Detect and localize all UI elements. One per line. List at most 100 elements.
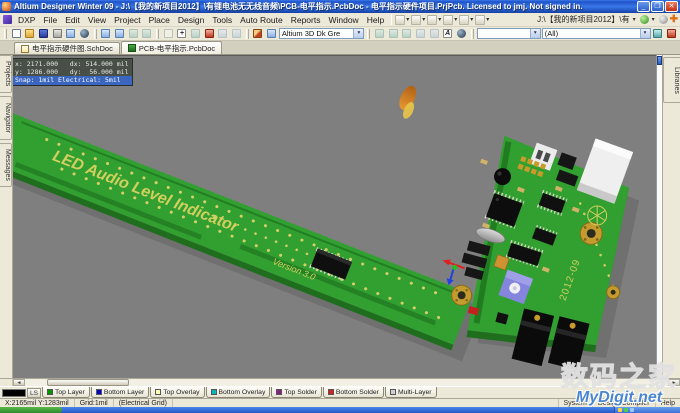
deselect-icon[interactable] (140, 28, 153, 40)
toolbar-grip[interactable] (156, 29, 159, 39)
horizontal-scrollbar[interactable]: ◄ ► (0, 378, 680, 386)
filter-select[interactable]: ▾ (477, 28, 541, 39)
scroll-left-icon[interactable]: ◄ (13, 379, 25, 386)
current-layer-swatch[interactable] (2, 389, 26, 397)
move-cross-icon[interactable]: + (176, 28, 189, 40)
panel-tab-navigator[interactable]: Navigator (0, 96, 12, 140)
apply-check-icon[interactable] (652, 28, 665, 40)
panel-tab-projects[interactable]: Projects (0, 55, 12, 93)
redo-icon[interactable] (230, 28, 243, 40)
toolbar-grip[interactable] (94, 29, 97, 39)
menu-view[interactable]: View (84, 14, 110, 26)
panel-button-help[interactable]: Help (655, 399, 680, 407)
floating-3d-object[interactable] (393, 83, 423, 120)
select-area-icon[interactable] (162, 28, 175, 40)
browse-sphere-icon[interactable] (78, 28, 91, 40)
menu-help[interactable]: Help (363, 14, 388, 26)
menu-reports[interactable]: Reports (287, 14, 325, 26)
tab-schdoc[interactable]: 电平指示硬件图.SchDoc (14, 42, 120, 54)
restore-button[interactable]: ❐ (651, 1, 664, 12)
tray-icon[interactable] (618, 408, 622, 412)
clear-filter-icon[interactable] (203, 28, 216, 40)
save-document-icon[interactable] (37, 28, 50, 40)
new-document-icon[interactable] (10, 28, 23, 40)
panel-tab-libraries[interactable]: Libraries (663, 57, 680, 103)
layer-sets-button[interactable]: LS (27, 388, 41, 398)
scroll-up-icon[interactable] (657, 56, 662, 65)
align-icon[interactable] (373, 28, 386, 40)
compile-sphere-icon[interactable] (640, 15, 649, 24)
zoom-document-icon[interactable] (100, 28, 113, 40)
sheet-dropdown-icon[interactable] (427, 15, 437, 25)
open-dropdown-icon[interactable] (411, 15, 421, 25)
chevron-down-icon[interactable]: ▾ (640, 29, 650, 38)
menu-file[interactable]: File (39, 14, 61, 26)
mirror-icon[interactable] (401, 28, 414, 40)
layer-tab-top-overlay[interactable]: Top Overlay (150, 387, 204, 398)
menu-tools[interactable]: Tools (208, 14, 236, 26)
menu-project[interactable]: Project (110, 14, 144, 26)
layer-tab-multi-layer[interactable]: Multi-Layer (385, 387, 437, 398)
chevron-down-icon[interactable]: ▾ (353, 29, 363, 38)
menu-dxp[interactable]: DXP (14, 14, 39, 26)
cursor-dropdown-icon[interactable] (395, 15, 405, 25)
minimize-button[interactable]: _ (637, 1, 650, 12)
ungroup-icon[interactable] (428, 28, 441, 40)
chevron-down-icon[interactable]: ▾ (530, 29, 540, 38)
zoom-area-icon[interactable] (113, 28, 126, 40)
menu-place[interactable]: Place (145, 14, 174, 26)
group-icon[interactable] (414, 28, 427, 40)
cancel-cross-icon[interactable] (665, 28, 678, 40)
print-preview-icon[interactable] (64, 28, 77, 40)
scrollbar-track[interactable] (129, 379, 668, 386)
toolbar-grip[interactable] (4, 29, 7, 39)
panel-tab-messages[interactable]: Messages (0, 143, 12, 187)
layer-tab-top-solder[interactable]: Top Solder (271, 387, 322, 398)
scroll-right-icon[interactable]: ► (668, 379, 680, 386)
menu-window[interactable]: Window (324, 14, 362, 26)
menu-auto-route[interactable]: Auto Route (236, 14, 287, 26)
electrolytic-cap[interactable] (494, 168, 511, 185)
menu-edit[interactable]: Edit (61, 14, 84, 26)
add-plus-icon[interactable]: ✚ (670, 15, 678, 24)
active-project-selector[interactable]: J:\【我的新项目2012】\有 (537, 14, 629, 25)
interactive-routing-icon[interactable] (252, 28, 265, 40)
tab-pcbdoc[interactable]: PCB-电平指示.PcbDoc (121, 41, 222, 54)
close-button[interactable]: ✕ (665, 1, 678, 12)
fit-board-icon[interactable] (189, 28, 202, 40)
pcb-strip-section[interactable]: LED Audio Level Indicator Version 3.0 (13, 110, 473, 350)
settings-sphere-icon[interactable] (659, 15, 668, 24)
toolbar-grip[interactable] (246, 29, 249, 39)
page-dropdown-icon[interactable] (459, 15, 469, 25)
chevron-down-icon[interactable]: ▾ (652, 16, 655, 23)
undo-icon[interactable] (216, 28, 229, 40)
scope-select[interactable]: (All) ▾ (542, 28, 651, 39)
tray-icon[interactable] (624, 408, 628, 412)
menu-design[interactable]: Design (174, 14, 208, 26)
font-text-icon[interactable]: A (441, 28, 454, 40)
panel-button-system[interactable]: System (558, 399, 592, 407)
layer-tab-bottom-overlay[interactable]: Bottom Overlay (206, 387, 271, 398)
view-mode-select[interactable]: Altium 3D Dk Gre ▾ (279, 28, 365, 39)
grid-dropdown-icon[interactable] (475, 15, 485, 25)
net-sphere-icon[interactable] (455, 28, 468, 40)
layer-tab-bottom-layer[interactable]: Bottom Layer (91, 387, 149, 398)
windows-taskbar[interactable] (0, 407, 680, 413)
toolbar-grip[interactable] (367, 29, 370, 39)
open-document-icon[interactable] (24, 28, 37, 40)
start-button[interactable] (0, 407, 62, 413)
select-icon[interactable] (127, 28, 140, 40)
scrollbar-thumb[interactable] (47, 379, 129, 386)
board-shape-icon[interactable] (265, 28, 278, 40)
pcb-board-3d[interactable]: LED Audio Level Indicator Version 3.0 (13, 56, 656, 378)
layer-tab-top-layer[interactable]: Top Layer (42, 387, 90, 398)
tray-icon[interactable] (630, 408, 634, 412)
toolbar-grip[interactable] (471, 29, 474, 39)
rotate-icon[interactable] (387, 28, 400, 40)
layer-tab-bottom-solder[interactable]: Bottom Solder (323, 387, 384, 398)
print-icon[interactable] (51, 28, 64, 40)
vertical-scrollbar[interactable] (656, 55, 662, 378)
panel-button-design-compiler[interactable]: Design Compiler (592, 399, 655, 407)
chevron-down-icon[interactable]: ▾ (633, 16, 636, 23)
title-bar[interactable]: Altium Designer Winter 09 - J:\【我的新项目201… (0, 0, 680, 13)
